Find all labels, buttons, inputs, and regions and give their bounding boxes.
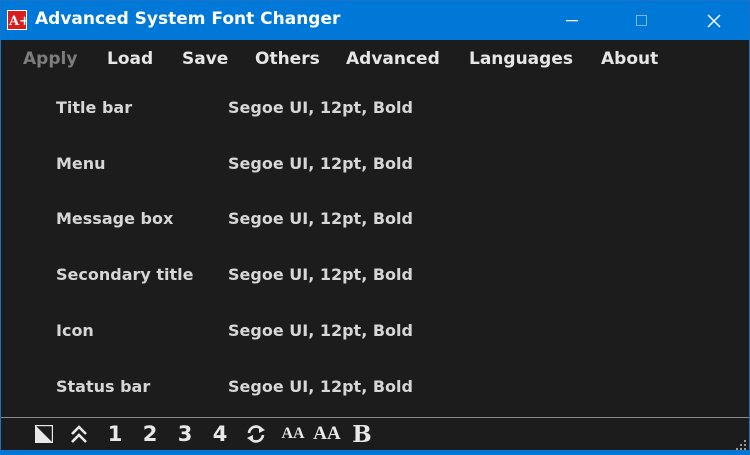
decrease-font-button[interactable]: AA — [280, 421, 306, 447]
maximize-icon — [636, 14, 647, 26]
font-row-message-box[interactable]: Message box Segoe UI, 12pt, Bold — [1, 204, 749, 234]
font-row-label: Status bar — [56, 377, 151, 396]
preset-3-button[interactable]: 3 — [174, 421, 196, 447]
app-logo-icon: A+ — [7, 10, 27, 30]
refresh-button[interactable] — [243, 421, 269, 447]
font-row-status-bar[interactable]: Status bar Segoe UI, 12pt, Bold — [1, 372, 749, 402]
font-row-title-bar[interactable]: Title bar Segoe UI, 12pt, Bold — [1, 93, 749, 123]
font-row-value[interactable]: Segoe UI, 12pt, Bold — [228, 321, 413, 340]
preset-2-button[interactable]: 2 — [139, 421, 161, 447]
font-row-label: Secondary title — [56, 265, 194, 284]
menu-bar: Apply Load Save Others Advanced Language… — [1, 44, 749, 76]
resize-grip-icon[interactable] — [735, 436, 747, 450]
increase-font-button[interactable]: AA — [313, 421, 340, 447]
double-chevron-up-icon — [71, 425, 87, 443]
refresh-icon — [247, 425, 265, 443]
font-row-value[interactable]: Segoe UI, 12pt, Bold — [228, 154, 413, 173]
menu-save[interactable]: Save — [182, 49, 228, 69]
menu-load[interactable]: Load — [107, 49, 153, 69]
app-window: A+ Advanced System Font Changer Apply Lo… — [0, 0, 750, 451]
font-row-value[interactable]: Segoe UI, 12pt, Bold — [228, 265, 413, 284]
close-icon — [707, 13, 721, 28]
font-row-value[interactable]: Segoe UI, 12pt, Bold — [228, 98, 413, 117]
title-bar[interactable]: A+ Advanced System Font Changer — [1, 1, 749, 40]
font-row-value[interactable]: Segoe UI, 12pt, Bold — [228, 377, 413, 396]
theme-toggle-button[interactable] — [33, 421, 55, 447]
window-title: Advanced System Font Changer — [35, 9, 341, 29]
maximize-button[interactable] — [619, 1, 665, 40]
font-row-secondary-title[interactable]: Secondary title Segoe UI, 12pt, Bold — [1, 260, 749, 290]
toolbar-divider — [1, 417, 749, 418]
menu-about[interactable]: About — [601, 49, 658, 69]
minimize-icon — [566, 19, 578, 21]
font-row-label: Menu — [56, 154, 106, 173]
menu-advanced[interactable]: Advanced — [346, 49, 440, 69]
font-row-menu[interactable]: Menu Segoe UI, 12pt, Bold — [1, 149, 749, 179]
menu-apply[interactable]: Apply — [23, 49, 77, 69]
preset-1-button[interactable]: 1 — [104, 421, 126, 447]
svg-text:A+: A+ — [8, 14, 26, 29]
font-row-label: Title bar — [56, 98, 133, 117]
bottom-toolbar: 1 2 3 4 AA AA B — [1, 419, 749, 450]
collapse-button[interactable] — [67, 421, 91, 447]
font-row-label: Message box — [56, 209, 174, 228]
font-row-icon[interactable]: Icon Segoe UI, 12pt, Bold — [1, 316, 749, 346]
contrast-toggle-icon — [35, 425, 53, 443]
preset-4-button[interactable]: 4 — [209, 421, 231, 447]
bold-toggle-button[interactable]: B — [349, 421, 375, 448]
font-row-value[interactable]: Segoe UI, 12pt, Bold — [228, 209, 413, 228]
minimize-button[interactable] — [549, 1, 595, 40]
menu-others[interactable]: Others — [255, 49, 320, 69]
font-row-label: Icon — [56, 321, 94, 340]
close-button[interactable] — [691, 1, 737, 40]
menu-languages[interactable]: Languages — [469, 49, 573, 69]
